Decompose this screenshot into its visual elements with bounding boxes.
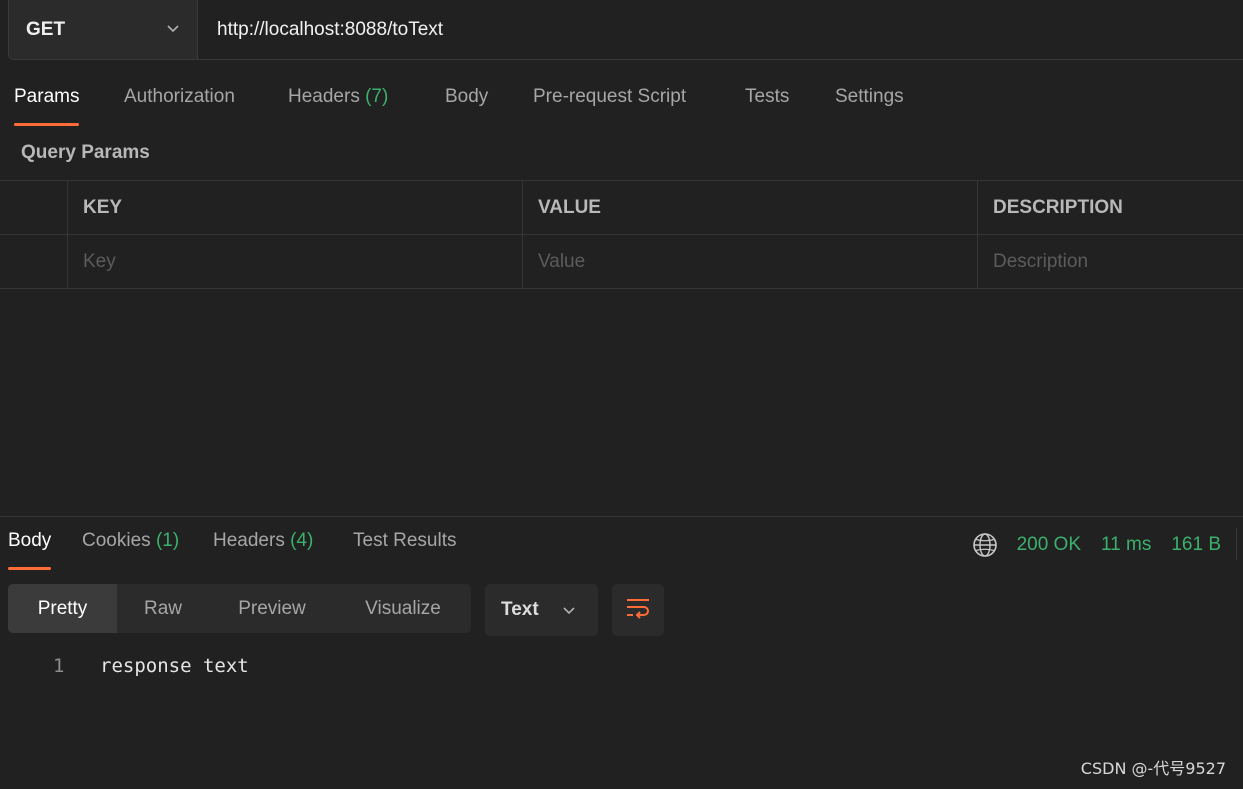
view-mode-group: Pretty Raw Preview Visualize [8,584,471,633]
tab-headers[interactable]: Headers (7) [288,86,388,126]
value-input[interactable] [538,250,977,273]
value-cell [522,235,977,288]
tab-authorization[interactable]: Authorization [124,86,235,126]
column-header-description: DESCRIPTION [977,181,1243,234]
params-table: KEY VALUE DESCRIPTION [0,180,1243,289]
checkbox-column-header [0,181,67,234]
tab-label: Pre-request Script [533,86,687,107]
tab-count: (7) [365,86,389,107]
tab-body[interactable]: Body [445,86,488,126]
tab-response-headers[interactable]: Headers (4) [213,530,313,570]
code-line[interactable]: response text [100,655,249,677]
key-input[interactable] [83,250,522,273]
response-status: 200 OK 11 ms 161 B [972,530,1221,560]
params-header-row: KEY VALUE DESCRIPTION [0,181,1243,235]
tab-pre-request-script[interactable]: Pre-request Script [533,86,686,126]
tab-label: Body [445,86,489,107]
wrap-lines-icon [625,596,651,625]
chevron-down-icon [561,602,577,618]
request-url-bar: GET [8,0,1243,60]
url-input[interactable] [198,0,1243,59]
tab-label: Cookies [82,530,151,551]
tab-label: Params [14,86,80,107]
row-checkbox-cell [0,235,67,288]
status-separator [1236,528,1237,560]
status-code[interactable]: 200 OK [1017,534,1081,556]
tab-response-body[interactable]: Body [8,530,52,570]
view-pretty-button[interactable]: Pretty [8,584,117,633]
description-cell [977,235,1243,288]
view-preview-button[interactable]: Preview [209,584,335,633]
tab-count: (1) [155,530,180,551]
description-input[interactable] [993,250,1243,273]
tab-label: Tests [745,86,790,107]
globe-icon[interactable] [972,532,998,558]
query-params-title: Query Params [21,142,150,163]
tab-test-results[interactable]: Test Results [353,530,456,570]
view-visualize-button[interactable]: Visualize [335,584,471,633]
column-header-key: KEY [67,181,522,234]
response-divider[interactable] [0,516,1243,517]
column-header-value: VALUE [522,181,977,234]
wrap-lines-button[interactable] [612,584,664,636]
tab-label: Authorization [124,86,235,107]
tab-tests[interactable]: Tests [745,86,789,126]
view-raw-button[interactable]: Raw [117,584,209,633]
response-time[interactable]: 11 ms [1101,534,1151,556]
chevron-down-icon [165,20,181,42]
key-cell [67,235,522,288]
table-row [0,235,1243,289]
tab-label: Headers [288,86,360,107]
tab-count: (4) [290,530,314,551]
method-label: GET [26,18,66,40]
format-select[interactable]: Text [485,584,598,636]
tab-label: Body [8,530,52,551]
tab-label: Test Results [353,530,457,551]
watermark: CSDN @-代号9527 [1080,759,1226,778]
tab-params[interactable]: Params [14,86,80,126]
format-label: Text [501,599,539,620]
tab-cookies[interactable]: Cookies (1) [82,530,179,570]
response-size[interactable]: 161 B [1171,534,1221,556]
tab-label: Headers [213,530,285,551]
tab-label: Settings [835,86,904,107]
method-select[interactable]: GET [9,0,198,59]
line-number: 1 [53,655,65,677]
tab-settings[interactable]: Settings [835,86,904,126]
